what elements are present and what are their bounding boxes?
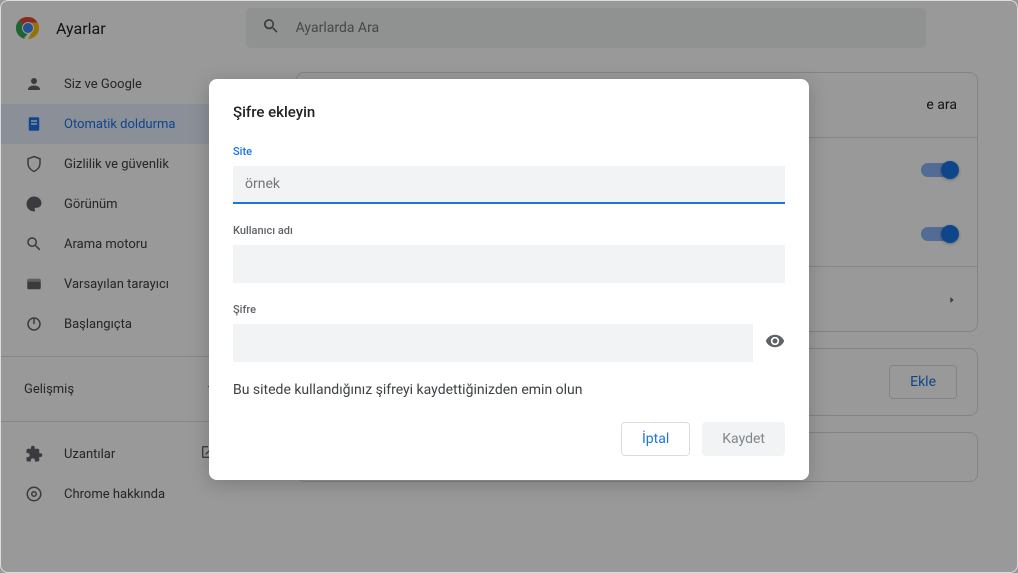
password-input[interactable]	[233, 324, 753, 362]
save-button[interactable]: Kaydet	[702, 422, 785, 456]
add-password-dialog: Şifre ekleyin Site Kullanıcı adı Şifre B…	[209, 79, 809, 480]
eye-icon[interactable]	[765, 331, 785, 355]
cancel-button[interactable]: İptal	[621, 422, 690, 456]
password-label: Şifre	[233, 303, 785, 316]
username-label: Kullanıcı adı	[233, 224, 785, 237]
dialog-hint: Bu sitede kullandığınız şifreyi kaydetti…	[233, 382, 785, 398]
username-input[interactable]	[233, 245, 785, 283]
site-input[interactable]	[233, 166, 785, 204]
site-label: Site	[233, 145, 785, 158]
dialog-title: Şifre ekleyin	[233, 103, 785, 121]
